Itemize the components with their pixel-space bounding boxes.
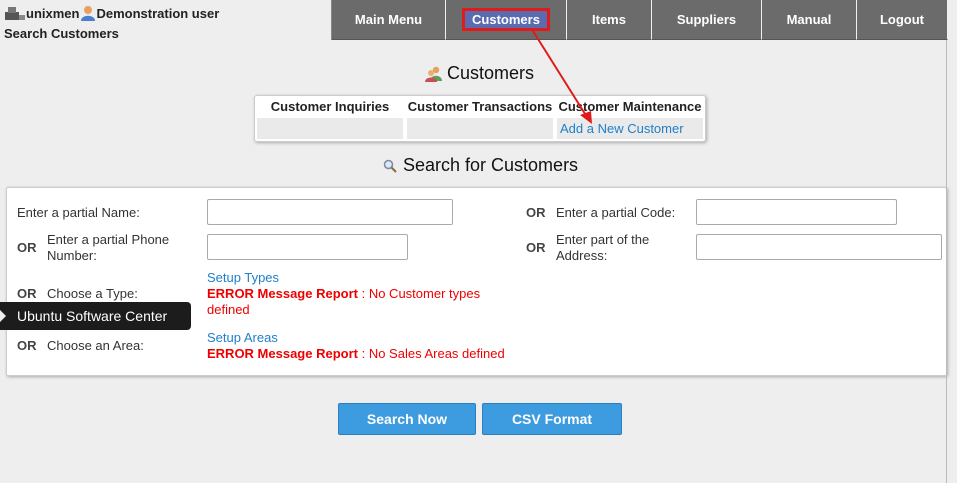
phone-input[interactable] (207, 234, 408, 260)
scrollbar-edge (946, 40, 947, 483)
setup-types-link[interactable]: Setup Types (207, 270, 279, 285)
address-input[interactable] (696, 234, 942, 260)
user-icon (81, 6, 96, 21)
customer-maintenance-column: Customer Maintenance Add a New Customer (555, 96, 705, 141)
customers-icon (425, 66, 442, 82)
add-new-customer-link[interactable]: Add a New Customer (557, 118, 703, 139)
code-label: Enter a partial Code: (556, 205, 676, 220)
setup-areas-link[interactable]: Setup Areas (207, 330, 278, 345)
customers-heading: Customers (425, 63, 534, 84)
area-error-message: ERROR Message Report : No Sales Areas de… (207, 346, 505, 361)
csv-format-button[interactable]: CSV Format (482, 403, 622, 435)
company-icon (5, 7, 25, 20)
or-label: OR (17, 240, 37, 255)
name-input[interactable] (207, 199, 453, 225)
magnifier-icon (383, 159, 397, 173)
column-header: Customer Maintenance (558, 99, 702, 114)
menu-suppliers[interactable]: Suppliers (652, 0, 762, 40)
main-menu-bar: Main Menu Customers Items Suppliers Manu… (331, 0, 957, 40)
or-label: OR (526, 205, 546, 220)
customers-title: Customers (447, 63, 535, 83)
phone-label: Enter a partial Phone Number: (47, 232, 170, 263)
customers-menu-table: Customer Inquiries Customer Transactions… (254, 95, 706, 142)
search-now-button[interactable]: Search Now (338, 403, 476, 435)
ubuntu-software-center-tooltip: Ubuntu Software Center (0, 302, 191, 330)
or-label: OR (17, 286, 37, 301)
type-label: Choose a Type: (47, 286, 138, 301)
or-label: OR (17, 338, 37, 353)
menu-manual[interactable]: Manual (762, 0, 857, 40)
page-title: Search Customers (4, 26, 119, 41)
column-cell (257, 118, 403, 139)
column-cell (407, 118, 553, 139)
menu-main-menu[interactable]: Main Menu (332, 0, 446, 40)
search-form: Enter a partial Name: OR Enter a partial… (6, 187, 947, 376)
search-heading: Search for Customers (383, 155, 578, 176)
customer-transactions-column: Customer Transactions (405, 96, 555, 141)
column-header: Customer Inquiries (270, 99, 390, 114)
company-name: unixmen (26, 5, 80, 21)
menu-logout[interactable]: Logout (857, 0, 948, 40)
search-title: Search for Customers (403, 155, 579, 175)
area-label: Choose an Area: (47, 338, 144, 353)
or-label: OR (526, 240, 546, 255)
user-name: Demonstration user (96, 5, 220, 21)
menu-items[interactable]: Items (567, 0, 652, 40)
code-input[interactable] (696, 199, 897, 225)
type-error-message: ERROR Message Report : No Customer types… (207, 286, 481, 317)
customer-inquiries-column: Customer Inquiries (255, 96, 405, 141)
user-info: unixmen Demonstration user (4, 5, 219, 21)
address-label: Enter part of the Address: (556, 232, 650, 263)
column-header: Customer Transactions (407, 99, 553, 114)
menu-customers[interactable]: Customers (446, 0, 567, 40)
name-label: Enter a partial Name: (17, 205, 140, 220)
